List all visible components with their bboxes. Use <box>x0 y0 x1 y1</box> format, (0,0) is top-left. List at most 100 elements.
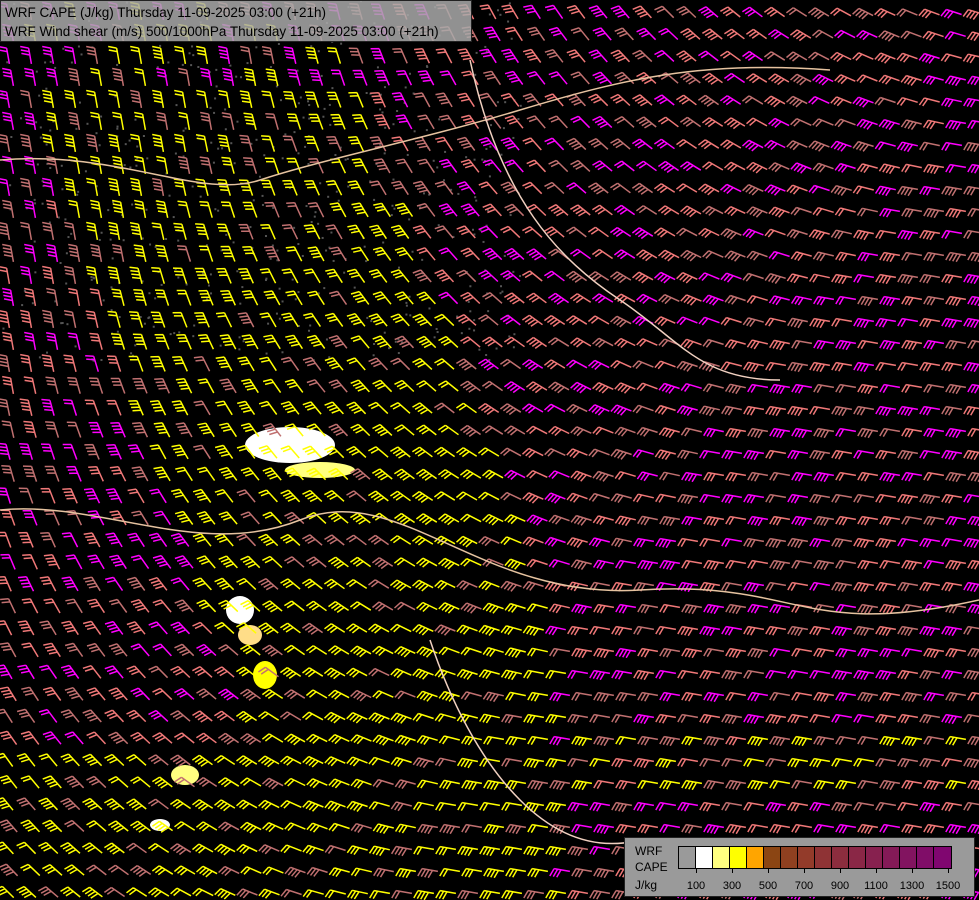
wind-barb <box>85 354 100 372</box>
wind-barb-path <box>857 779 879 789</box>
wind-barb-path <box>500 625 522 635</box>
wind-barb-path <box>412 357 433 370</box>
wind-barb-path <box>352 113 368 130</box>
wind-barb-path <box>589 669 611 681</box>
wind-barb-path <box>86 221 99 241</box>
wind-barb <box>239 688 261 701</box>
wind-barb <box>742 272 764 282</box>
terrain-speckle <box>500 153 503 156</box>
wind-barb <box>110 377 126 394</box>
terrain-speckle <box>49 129 52 132</box>
wind-barb-path <box>763 51 786 61</box>
wind-barb-path <box>852 140 874 152</box>
wind-barb <box>325 224 343 240</box>
wind-barb-path <box>963 317 979 329</box>
wind-barb-path <box>326 135 342 152</box>
wind-barb-path <box>170 754 191 767</box>
wind-barb-path <box>482 203 502 217</box>
wind-barb-path <box>196 89 209 109</box>
wind-barb <box>743 537 765 548</box>
wind-barb <box>306 379 326 393</box>
wind-barb <box>725 647 747 659</box>
wind-barb-path <box>857 383 879 395</box>
wind-barb <box>791 515 813 527</box>
wind-barb-path <box>303 312 322 328</box>
wind-barb-path <box>394 823 416 834</box>
wind-barb-path <box>395 202 414 218</box>
wind-barb <box>328 600 350 614</box>
wind-barb-path <box>742 272 764 282</box>
terrain-speckle <box>388 347 391 350</box>
wind-barb <box>813 427 835 439</box>
wind-barb <box>852 52 874 61</box>
wind-barb-path <box>809 713 831 723</box>
wind-barb <box>258 489 278 503</box>
legend-tick-label: 1500 <box>935 880 961 892</box>
wind-barb <box>257 755 280 768</box>
terrain-speckle <box>239 302 242 305</box>
wind-barb-path <box>503 336 525 348</box>
wind-barb <box>963 273 979 285</box>
wind-barb-path <box>325 224 343 240</box>
wind-barb-path <box>478 713 500 724</box>
terrain-speckle <box>102 299 105 302</box>
wind-barb-path <box>456 624 478 635</box>
wind-barb <box>478 624 500 636</box>
wind-barb <box>482 469 504 480</box>
wind-barb <box>239 134 253 152</box>
wind-barb-path <box>614 337 636 349</box>
wind-barb <box>348 91 364 108</box>
wind-barb-path <box>636 116 657 129</box>
wind-barb <box>437 424 459 436</box>
wind-barb <box>0 310 11 329</box>
terrain-speckle <box>199 195 202 198</box>
wind-barb-path <box>615 559 637 569</box>
wind-barb-path <box>196 555 216 569</box>
wind-barb-path <box>477 447 500 457</box>
wind-barb <box>284 378 304 393</box>
wind-barb <box>0 664 13 680</box>
wind-barb-path <box>945 823 967 835</box>
wind-barb <box>545 889 567 900</box>
wind-barb <box>456 358 477 371</box>
terrain-speckle <box>281 300 284 303</box>
wind-barb <box>152 687 173 701</box>
wind-barb-path <box>676 138 698 150</box>
wind-barb <box>901 207 923 218</box>
wind-barb-path <box>261 90 275 108</box>
wind-barb <box>897 405 919 417</box>
wind-barb-path <box>350 423 371 437</box>
wind-barb <box>82 753 103 767</box>
wind-barb <box>106 399 122 416</box>
terrain-speckle <box>485 147 488 150</box>
wind-barb <box>523 713 545 724</box>
wind-barb-path <box>237 356 255 372</box>
terrain-speckle <box>148 292 151 295</box>
wind-barb <box>237 356 255 372</box>
wind-barb <box>742 50 764 62</box>
wind-barb-path <box>65 598 83 614</box>
wind-barb <box>659 559 681 571</box>
wind-barb <box>84 443 100 460</box>
wind-barb-path <box>567 757 589 767</box>
wind-barb-path <box>390 535 412 545</box>
wind-barb <box>769 779 791 789</box>
wind-barb <box>633 757 655 769</box>
wind-barb-path <box>831 625 853 637</box>
wind-barb <box>126 576 146 591</box>
wind-barb <box>879 339 901 351</box>
terrain-speckle <box>33 198 36 201</box>
wind-barb-path <box>417 114 435 130</box>
wind-barb <box>878 163 900 175</box>
wind-barb-path <box>901 735 923 747</box>
wind-barb-path <box>591 248 614 260</box>
wind-barb <box>635 160 657 172</box>
wind-barb-path <box>918 52 940 64</box>
wind-barb-path <box>0 310 11 329</box>
wind-barb <box>592 115 613 129</box>
wind-barb-path <box>588 182 609 195</box>
wind-barb-path <box>699 449 721 459</box>
wind-barb-path <box>438 513 460 526</box>
wind-barb-path <box>742 139 764 152</box>
wind-barb-path <box>941 273 963 284</box>
